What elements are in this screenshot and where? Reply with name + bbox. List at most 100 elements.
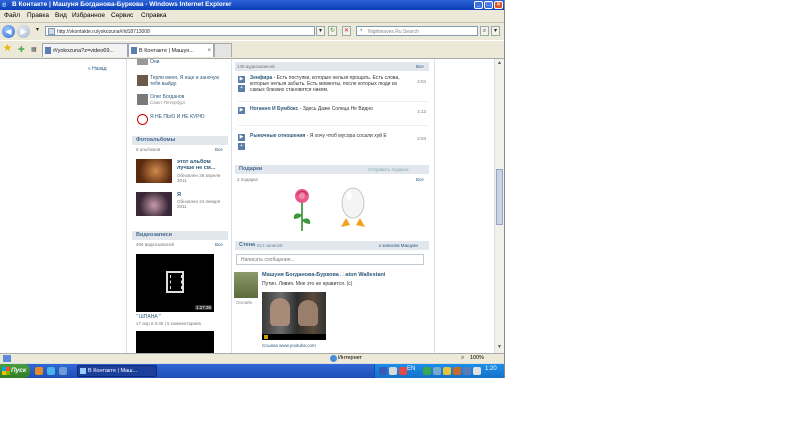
close-button[interactable]: × — [494, 1, 503, 9]
menu-edit[interactable]: Правка — [27, 12, 49, 19]
security-zone[interactable]: Интернет — [338, 355, 362, 361]
scroll-down-icon[interactable]: ▼ — [496, 344, 503, 351]
video-controls[interactable] — [262, 334, 326, 340]
volume-icon[interactable] — [473, 367, 481, 375]
wall-message-input[interactable]: Написать сообщение... — [236, 254, 424, 265]
firefox-icon[interactable] — [35, 367, 43, 375]
tab-page-icon — [131, 47, 137, 54]
search-input[interactable]: ◔ Nightwaves.Ru Search — [356, 26, 478, 36]
search-options-icon[interactable]: ▾ — [491, 26, 500, 36]
album-updated: Обновлен 26 апреля 2011 — [177, 173, 221, 183]
address-input[interactable]: http://vkontakte.ru/yokozuna#/id18713008 — [45, 26, 315, 36]
back-button[interactable]: ◀ — [2, 25, 15, 38]
youtube-play-icon[interactable] — [264, 335, 268, 339]
track-artist[interactable]: Ноганно И Бумбокс — [250, 106, 298, 112]
start-button[interactable]: Пуск — [0, 364, 30, 378]
page-icon — [48, 28, 55, 35]
address-dropdown-icon[interactable]: ▾ — [316, 26, 325, 36]
wall-title[interactable]: Стена — [239, 242, 255, 248]
repost-arrow-icon: □ — [340, 272, 344, 278]
tray-app-icon[interactable] — [423, 367, 431, 375]
gifts-all-link[interactable]: Все — [416, 177, 424, 182]
menu-view[interactable]: Вид — [55, 12, 67, 19]
tray-app-icon[interactable] — [453, 367, 461, 375]
post-author-avatar[interactable] — [234, 272, 258, 298]
tab-label: В Контакте | Машун... — [139, 48, 194, 54]
taskbar-item-vkontakte[interactable]: В Контакте | Маш... — [77, 365, 157, 377]
album-item[interactable]: этот альбом лучше не см... Обновлен 26 а… — [136, 159, 226, 183]
tray-app-icon[interactable] — [443, 367, 451, 375]
tray-app-icon[interactable] — [379, 367, 387, 375]
album-title: Я — [177, 192, 181, 198]
quick-tabs-icon[interactable]: ▦ — [31, 46, 37, 53]
tray-app-icon[interactable] — [433, 367, 441, 375]
menu-file[interactable]: Файл — [4, 12, 20, 19]
favorites-star-icon[interactable]: ★ — [3, 44, 12, 54]
tab-close-icon[interactable]: × — [207, 44, 211, 57]
video-thumbnail[interactable] — [136, 331, 214, 353]
add-favorites-icon[interactable]: ✚ — [18, 45, 27, 54]
albums-all-link[interactable]: Все — [215, 147, 223, 152]
zoom-level[interactable]: 100% — [470, 355, 484, 361]
post-source-link[interactable]: Ссылка www.youtube.com — [262, 343, 316, 348]
scroll-up-icon[interactable]: ▲ — [496, 60, 503, 67]
to-posts-link[interactable]: к записям Машуни — [379, 243, 418, 248]
ie-quicklaunch-icon[interactable] — [47, 367, 55, 375]
vertical-scrollbar[interactable]: ▲ ▼ — [494, 59, 504, 353]
gifts-count: 2 подарка — [237, 177, 258, 182]
search-icon[interactable]: ⌕ — [480, 26, 489, 36]
taskbar: Пуск В Контакте | Маш... EN 1:20 — [0, 364, 504, 378]
videos-all-link[interactable]: Все — [215, 242, 223, 247]
rose-gift-icon[interactable] — [290, 187, 314, 233]
egg-gift-icon[interactable] — [338, 183, 368, 233]
maximize-button[interactable]: □ — [484, 1, 493, 9]
add-audio-icon[interactable]: + — [238, 85, 245, 92]
stop-icon[interactable]: ✕ — [342, 26, 351, 36]
albums-count: 9 альбомов — [136, 147, 161, 152]
back-link[interactable]: « Назад — [88, 66, 107, 72]
album-item[interactable]: Я Обновлен 24 января 2011 — [136, 192, 226, 216]
post-recipient[interactable]: aton Wallestani — [345, 272, 385, 278]
refresh-icon[interactable]: ↻ — [328, 26, 337, 36]
photo-albums-header[interactable]: Фотоальбомы — [132, 136, 228, 145]
tray-app-icon[interactable] — [463, 367, 471, 375]
menu-tools[interactable]: Сервис — [111, 12, 133, 19]
title-bar: e В Контакте | Машуня Богданова-Буркова … — [0, 0, 504, 10]
minimize-button[interactable]: _ — [474, 1, 483, 9]
right-column: 139 аудиозаписей Все ▶ + Зенфира - Есть … — [230, 59, 435, 353]
menu-help[interactable]: Справка — [141, 12, 167, 19]
track-artist[interactable]: Рыночные отношения — [250, 133, 305, 139]
video-title[interactable]: " ШПАНА " — [136, 314, 161, 320]
divider — [238, 101, 428, 102]
audio-all-link[interactable]: Все — [416, 64, 424, 69]
video-thumbnail[interactable]: 1:27:36 — [136, 254, 214, 312]
send-gift-link[interactable]: Отправить подарок — [368, 167, 409, 172]
videos-header[interactable]: Видеозаписи — [132, 231, 228, 240]
clock[interactable]: 1:20 — [485, 366, 497, 372]
tab-video[interactable]: #/yokozuna?z=video69... — [42, 43, 128, 57]
language-indicator[interactable]: EN — [407, 366, 415, 372]
forward-button[interactable]: ▶ — [17, 25, 30, 38]
tab-vkontakte[interactable]: В Контакте | Машун... × — [128, 43, 214, 57]
scroll-thumb[interactable] — [496, 169, 503, 225]
album-thumbnail — [136, 159, 172, 183]
history-dropdown-icon[interactable]: ▾ — [33, 26, 42, 36]
show-desktop-icon[interactable] — [59, 367, 67, 375]
tray-app-icon[interactable] — [389, 367, 397, 375]
post-video-thumbnail[interactable] — [262, 292, 326, 340]
post-author-name[interactable]: Машуня Богданова-Буркова — [262, 272, 339, 278]
online-status: Онлайн — [236, 300, 253, 305]
ie-task-icon — [80, 368, 86, 374]
tab-bar: ★ ✚ ▦ #/yokozuna?z=video69... В Контакте… — [0, 41, 504, 59]
menu-favorites[interactable]: Избранное — [72, 12, 105, 19]
new-tab-button[interactable] — [214, 43, 232, 57]
play-icon[interactable]: ▶ — [238, 134, 245, 141]
tray-app-icon[interactable] — [399, 367, 407, 375]
menu-bar: Файл Правка Вид Избранное Сервис Справка — [0, 10, 504, 23]
ie-window: e В Контакте | Машуня Богданова-Буркова … — [0, 0, 505, 378]
play-icon[interactable]: ▶ — [238, 76, 245, 83]
play-icon[interactable]: ▶ — [238, 107, 245, 114]
friend-name: Они — [150, 59, 160, 65]
add-audio-icon[interactable]: + — [238, 143, 245, 150]
tab-page-icon — [45, 47, 51, 54]
